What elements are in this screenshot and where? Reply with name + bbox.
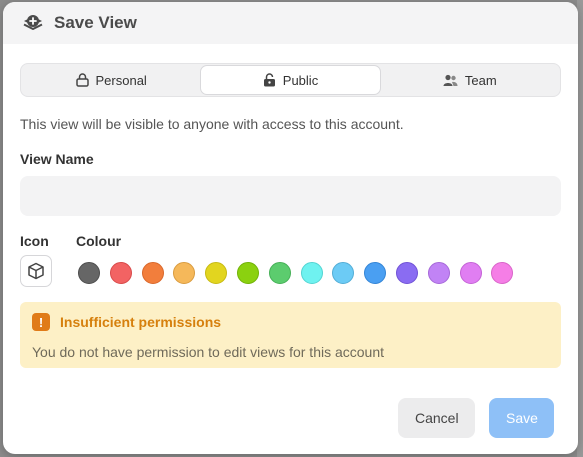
icon-picker-button[interactable] — [20, 255, 52, 287]
colour-swatch[interactable] — [205, 262, 228, 284]
view-name-label: View Name — [20, 151, 94, 167]
save-button[interactable]: Save — [489, 398, 554, 438]
save-stack-icon — [22, 12, 44, 34]
tab-public-label: Public — [282, 72, 319, 88]
colour-swatch[interactable] — [78, 262, 100, 284]
cancel-button[interactable]: Cancel — [398, 398, 475, 438]
icon-label: Icon — [20, 233, 49, 249]
colour-swatch[interactable] — [236, 262, 259, 284]
colour-swatch[interactable] — [491, 262, 514, 284]
dialog-header: Save View — [3, 2, 578, 44]
lock-icon — [75, 73, 89, 87]
tab-public[interactable]: Public — [200, 65, 381, 95]
tab-personal-label: Personal — [95, 72, 147, 88]
dialog-title: Save View — [54, 13, 137, 32]
alert-title: Insufficient permissions — [60, 314, 222, 330]
colour-swatch[interactable] — [268, 262, 291, 284]
colour-swatch[interactable] — [427, 262, 450, 284]
colour-swatches — [78, 262, 561, 284]
tab-team-label: Team — [464, 72, 497, 88]
colour-swatch[interactable] — [300, 262, 323, 284]
colour-swatch[interactable] — [364, 262, 387, 284]
colour-swatch[interactable] — [173, 262, 196, 284]
dialog-footer: Cancel Save — [398, 398, 554, 438]
colour-swatch[interactable] — [459, 262, 482, 284]
tab-personal[interactable]: Personal — [22, 65, 200, 95]
alert-message: You do not have permission to edit views… — [32, 344, 385, 360]
colour-swatch[interactable] — [332, 262, 355, 284]
unlock-icon — [263, 73, 275, 87]
permissions-alert: ! Insufficient permissions You do not ha… — [20, 302, 561, 368]
colour-swatch[interactable] — [395, 262, 418, 284]
colour-swatch[interactable] — [109, 262, 132, 284]
cube-icon — [28, 262, 44, 280]
visibility-tabs: Personal Public Team — [20, 63, 561, 97]
colour-label: Colour — [76, 233, 122, 249]
view-name-input[interactable] — [20, 176, 561, 216]
visibility-description: This view will be visible to anyone with… — [20, 116, 404, 132]
tab-team[interactable]: Team — [381, 65, 559, 95]
users-icon — [443, 74, 458, 86]
save-view-dialog: Save View Personal Public Team This view… — [3, 2, 578, 454]
colour-swatch[interactable] — [141, 262, 164, 284]
exclamation-icon: ! — [32, 313, 50, 331]
